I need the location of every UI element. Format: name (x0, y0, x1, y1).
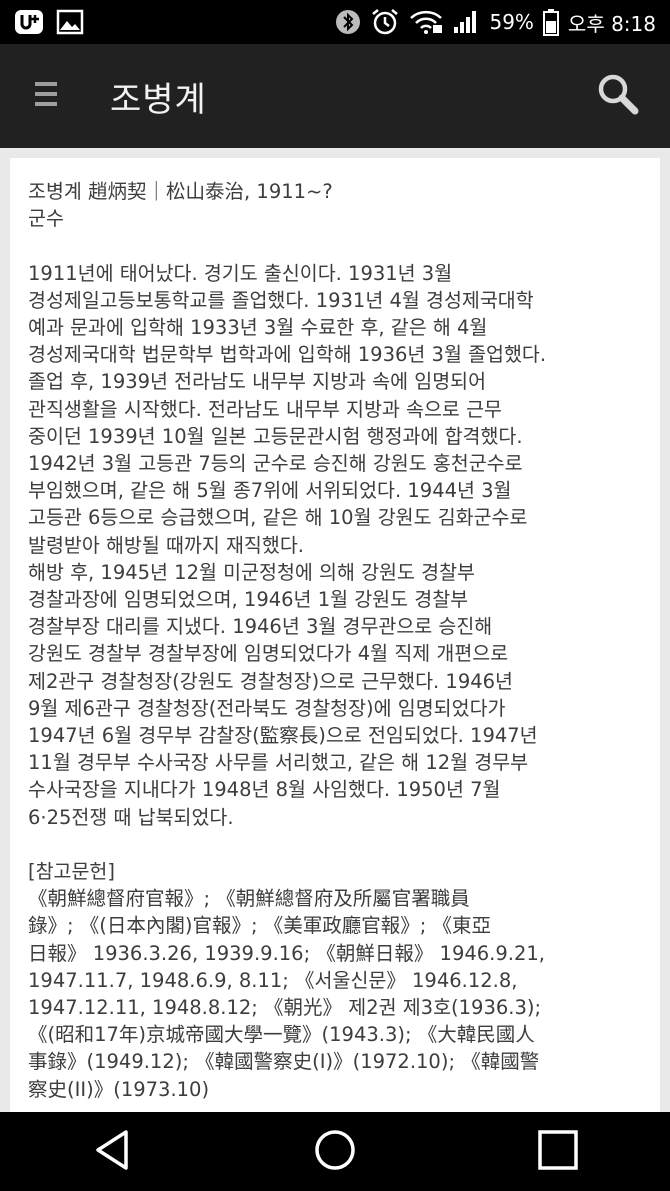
article-heading: 조병계 趙炳契｜松山泰治, 1911~? (28, 180, 333, 203)
home-button[interactable] (290, 1117, 380, 1187)
bio-line: 고등관 6등으로 승급했으며, 같은 해 10월 강원도 김화군수로 (28, 506, 528, 530)
page-title: 조병계 (110, 79, 207, 120)
bio-line: 9월 제6관구 경찰청장(전라북도 경찰청장)에 임명되었다가 (28, 696, 506, 720)
bio-line: 1942년 3월 고등관 7등의 군수로 승진해 강원도 홍천군수로 (28, 452, 523, 476)
bio-line: 경성제국대학 법문학부 법학과에 입학해 1936년 3월 졸업했다. (28, 343, 547, 367)
battery-icon (542, 8, 559, 36)
hamburger-menu-icon (35, 79, 57, 113)
search-button[interactable] (588, 66, 648, 126)
bio-line: 경찰부장 대리를 지냈다. 1946년 3월 경무관으로 승진해 (28, 615, 493, 639)
bio-line: 강원도 경찰부 경찰부장에 임명되었다가 4월 직제 개편으로 (28, 642, 509, 666)
bio-line: 6·25전쟁 때 납북되었다. (28, 805, 234, 829)
bio-line: 1911년에 태어났다. 경기도 출신이다. 1931년 3월 (28, 261, 453, 285)
reference-line: 《(昭和17年)京城帝國大學一覽》(1943.3); 《大韓民國人 (28, 1023, 535, 1047)
reference-line: 1947.11.7, 1948.6.9, 8.11; 《서울신문》 1946.1… (28, 968, 518, 992)
reference-line: 《朝鮮總督府官報》; 《朝鮮總督府及所屬官署職員 (28, 887, 470, 911)
reference-line: 1947.12.11, 1948.8.12; 《朝光》 제2권 제3호(1936… (28, 996, 542, 1020)
recents-icon (536, 1128, 580, 1176)
back-icon (92, 1128, 132, 1176)
menu-button[interactable] (14, 64, 78, 128)
bio-line: 중이던 1939년 10월 일본 고등문관시험 행정과에 합격했다. (28, 424, 523, 448)
u-plus-icon (14, 9, 44, 35)
bluetooth-icon (335, 9, 361, 35)
status-right-icons: 59% 오후 8:18 (335, 7, 656, 37)
clock: 오후 8:18 (567, 11, 656, 36)
bio-line: 발령받아 해방될 때까지 재직했다. (28, 533, 304, 557)
navigation-bar (0, 1112, 670, 1191)
reference-line: 日報》 1936.3.26, 1939.9.16; 《朝鮮日報》 1946.9.… (28, 941, 545, 965)
article-subheading: 군수 (28, 207, 64, 231)
back-button[interactable] (67, 1117, 157, 1187)
bio-line: 부임했으며, 같은 해 5월 종7위에 서위되었다. 1944년 3월 (28, 479, 512, 503)
article-card: 조병계 趙炳契｜松山泰治, 1911~? 군수 1911년에 태어났다. 경기도… (10, 158, 660, 1112)
references-heading: [참고문헌] (28, 860, 115, 884)
bio-line: 경찰과장에 임명되었으며, 1946년 1월 강원도 경찰부 (28, 588, 469, 612)
reference-line: 察史(II)》(1973.10) (28, 1077, 210, 1101)
bio-line: 예과 문과에 입학해 1933년 3월 수료한 후, 같은 해 4월 (28, 316, 488, 339)
bio-line: 제2관구 경찰청장(강원도 경찰청장)으로 근무했다. 1946년 (28, 669, 513, 693)
home-icon (313, 1128, 357, 1176)
recents-button[interactable] (513, 1117, 603, 1187)
bio-line: 11월 경무부 수사국장 사무를 서리했고, 같은 해 12월 경무부 (28, 751, 529, 775)
battery-percent: 59% (489, 10, 534, 34)
bio-line: 경성제일고등보통학교를 졸업했다. 1931년 4월 경성제국대학 (28, 288, 534, 312)
gallery-icon (56, 9, 84, 35)
bio-line: 해방 후, 1945년 12월 미군정청에 의해 강원도 경찰부 (28, 560, 475, 584)
reference-line: 事錄》(1949.12); 《韓國警察史(I)》(1972.10); 《韓國警 (28, 1050, 540, 1074)
signal-icon (452, 9, 480, 35)
reference-line: 錄》; 《(日本內閣)官報》; 《美軍政廳官報》; 《東亞 (28, 914, 492, 938)
search-icon (596, 72, 640, 120)
app-bar: 조병계 (0, 44, 670, 148)
bio-line: 졸업 후, 1939년 전라남도 내무부 지방과 속에 임명되어 (28, 370, 487, 394)
bio-line: 관직생활을 시작했다. 전라남도 내무부 지방과 속으로 근무 (28, 397, 502, 421)
wifi-icon (409, 9, 443, 35)
bio-line: 1947년 6월 경무부 감찰장(監察長)으로 전임되었다. 1947년 (28, 724, 538, 748)
status-left-icons (14, 9, 84, 35)
bio-line: 수사국장을 지내다가 1948년 8월 사임했다. 1950년 7월 (28, 778, 501, 802)
alarm-icon (370, 7, 400, 37)
status-bar: 59% 오후 8:18 (0, 0, 670, 44)
